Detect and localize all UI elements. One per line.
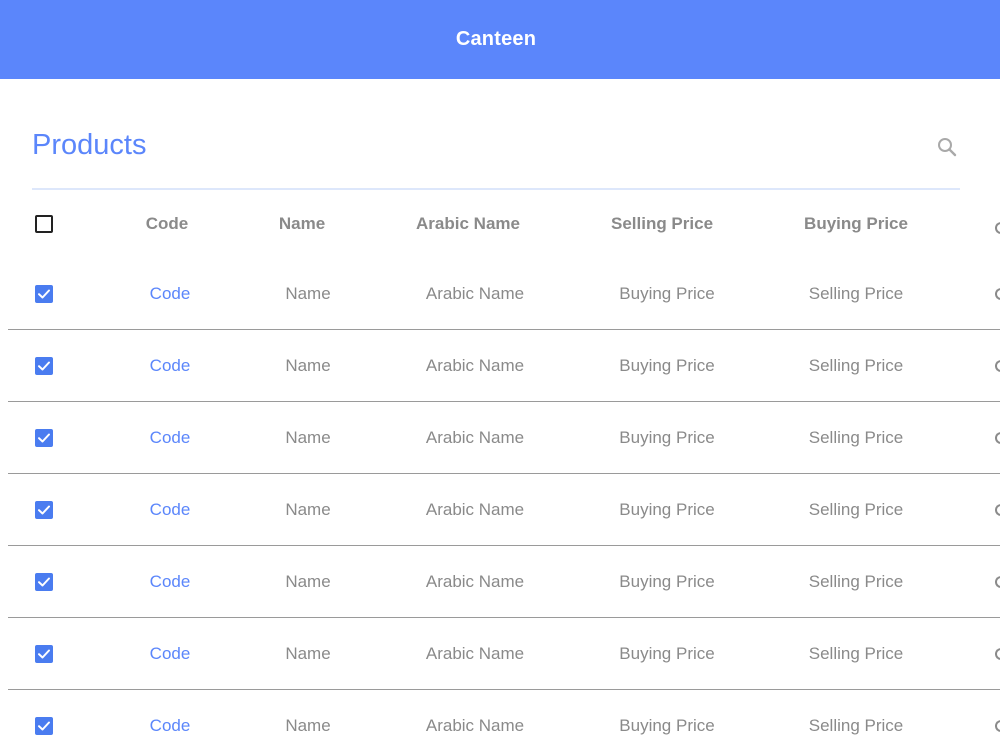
cell-col5: Selling Price bbox=[808, 644, 904, 663]
check-icon bbox=[38, 433, 50, 443]
app-title: Canteen bbox=[455, 28, 537, 50]
cell-clipped bbox=[995, 576, 1000, 588]
check-icon bbox=[38, 577, 50, 587]
cell-arabic-name: Arabic Name bbox=[425, 500, 525, 519]
row-checkbox[interactable] bbox=[35, 357, 53, 375]
cell-col5: Selling Price bbox=[808, 284, 904, 303]
cell-code[interactable]: Code bbox=[150, 428, 191, 448]
cell-name: Name bbox=[285, 428, 331, 447]
cell-col4: Buying Price bbox=[619, 428, 715, 447]
check-icon bbox=[38, 505, 50, 515]
column-header-arabic-name[interactable]: Arabic Name bbox=[416, 190, 520, 258]
check-icon bbox=[38, 721, 50, 731]
table-row[interactable]: Code Name Arabic Name Buying Price Selling P… bbox=[8, 402, 1000, 474]
column-header-selling-price[interactable]: Selling Price bbox=[611, 190, 713, 258]
cell-arabic-name: Arabic Name bbox=[425, 716, 525, 735]
column-header-name[interactable]: Name bbox=[279, 190, 325, 258]
cell-name: Name bbox=[285, 500, 331, 519]
cell-arabic-name: Arabic Name bbox=[425, 356, 525, 375]
cell-col4: Buying Price bbox=[619, 284, 715, 303]
check-icon bbox=[38, 361, 50, 371]
search-icon bbox=[938, 138, 957, 157]
cell-clipped bbox=[995, 720, 1000, 732]
cell-clipped bbox=[995, 432, 1000, 444]
cell-arabic-name: Arabic Name bbox=[425, 428, 525, 447]
cell-code[interactable]: Code bbox=[150, 644, 191, 664]
cell-code[interactable]: Code bbox=[150, 716, 191, 736]
cell-arabic-name: Arabic Name bbox=[425, 644, 525, 663]
cell-col4: Buying Price bbox=[619, 500, 715, 519]
check-icon bbox=[38, 289, 50, 299]
table-row[interactable]: Code Name Arabic Name Buying Price Selling P… bbox=[8, 330, 1000, 402]
table-row[interactable]: Code Name Arabic Name Buying Price Selling P… bbox=[8, 474, 1000, 546]
cell-col4: Buying Price bbox=[619, 644, 715, 663]
cell-clipped bbox=[995, 360, 1000, 372]
page-title: Products bbox=[32, 129, 147, 161]
table-row[interactable]: Code Name Arabic Name Buying Price Selling P… bbox=[8, 690, 1000, 750]
cell-col4: Buying Price bbox=[619, 356, 715, 375]
column-header-code[interactable]: Code bbox=[146, 190, 189, 258]
column-header-clipped bbox=[995, 222, 1000, 234]
check-icon bbox=[38, 649, 50, 659]
cell-name: Name bbox=[285, 356, 331, 375]
table-row[interactable]: Code Name Arabic Name Buying Price Selling P… bbox=[8, 618, 1000, 690]
cell-clipped bbox=[995, 648, 1000, 660]
cell-col5: Selling Price bbox=[808, 716, 904, 735]
table-header: Code Name Arabic Name Selling Price Buyi… bbox=[0, 190, 1000, 258]
row-checkbox[interactable] bbox=[35, 645, 53, 663]
row-checkbox[interactable] bbox=[35, 573, 53, 591]
cell-name: Name bbox=[285, 572, 331, 591]
cell-code[interactable]: Code bbox=[150, 500, 191, 520]
cell-name: Name bbox=[285, 716, 331, 735]
cell-clipped bbox=[995, 288, 1000, 300]
cell-col5: Selling Price bbox=[808, 356, 904, 375]
cell-col4: Buying Price bbox=[619, 716, 715, 735]
row-checkbox[interactable] bbox=[35, 285, 53, 303]
cell-col5: Selling Price bbox=[808, 500, 904, 519]
cell-code[interactable]: Code bbox=[150, 572, 191, 592]
row-checkbox[interactable] bbox=[35, 717, 53, 735]
cell-col5: Selling Price bbox=[808, 572, 904, 591]
top-app-bar: Canteen bbox=[0, 0, 1000, 79]
cell-code[interactable]: Code bbox=[150, 284, 191, 304]
table-row[interactable]: Code Name Arabic Name Buying Price Selling P… bbox=[8, 546, 1000, 618]
cell-name: Name bbox=[285, 644, 331, 663]
column-header-buying-price[interactable]: Buying Price bbox=[804, 190, 908, 258]
cell-arabic-name: Arabic Name bbox=[425, 572, 525, 591]
cell-col4: Buying Price bbox=[619, 572, 715, 591]
cell-name: Name bbox=[285, 284, 331, 303]
row-checkbox[interactable] bbox=[35, 429, 53, 447]
cell-col5: Selling Price bbox=[808, 428, 904, 447]
search-button[interactable] bbox=[934, 134, 960, 160]
cell-clipped bbox=[995, 504, 1000, 516]
cell-arabic-name: Arabic Name bbox=[425, 284, 525, 303]
cell-code[interactable]: Code bbox=[150, 356, 191, 376]
app-root: Canteen Products Code Name Arabic Name S… bbox=[0, 0, 1000, 750]
table-row[interactable]: Code Name Arabic Name Buying Price Selling P… bbox=[8, 258, 1000, 330]
row-checkbox[interactable] bbox=[35, 501, 53, 519]
